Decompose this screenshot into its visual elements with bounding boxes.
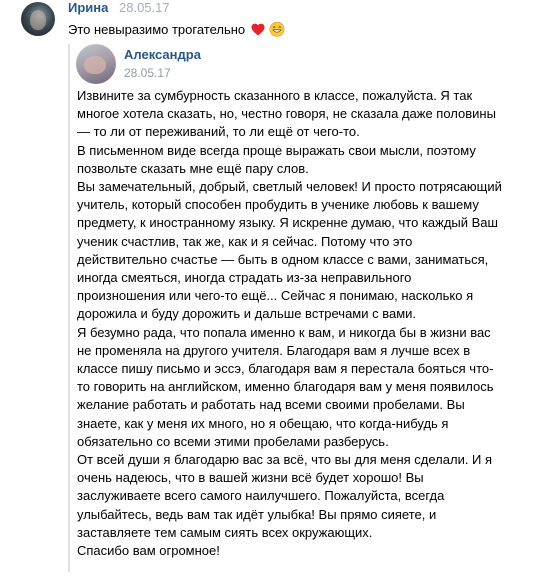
repost-text-line: заставляете тем самым сиять всех окружаю…	[77, 524, 373, 540]
repost-date[interactable]: 28.05.17	[124, 66, 171, 81]
repost-author-avatar[interactable]	[76, 44, 116, 84]
post-date[interactable]: 28.05.17	[119, 0, 170, 16]
repost-text-line: знаете, как у меня их много, но я обещаю…	[77, 415, 449, 431]
repost-text-line: классе пишу письмо и эссэ, благодаря вам…	[77, 361, 494, 377]
author-name-link[interactable]: Ирина	[68, 0, 108, 16]
repost-text-line: предмету, к иностранному языку. Я искрен…	[77, 215, 498, 231]
repost-text-line: улыбайтесь, ведь вам так идёт улыбка! Вы…	[77, 506, 437, 522]
repost-text-line: действительно счастье — быть в одном кла…	[77, 251, 489, 267]
repost-author-name-link[interactable]: Александра	[124, 47, 201, 63]
wall-post: Ирина 28.05.17 Это невыразимо трогательн…	[0, 0, 548, 580]
repost-text-line: дорожила и буду дорожить и дальше встреч…	[77, 306, 417, 322]
repost-text-line: Извините за сумбурность сказанного в кла…	[77, 88, 473, 103]
repost-text-line: — то ли от переживаний, то ли ещё от чег…	[77, 124, 360, 140]
repost-text-line: позвольте сказать мне ещё пару слов.	[77, 160, 309, 176]
red-heart-icon	[251, 23, 265, 36]
repost-text-line: От всей души я благодарю вас за всё, что…	[77, 452, 493, 468]
post-text-content: Это невыразимо трогательно	[68, 22, 246, 37]
repost-text-line: В письменном виде всегда проще выражать …	[77, 142, 476, 158]
repost-divider	[68, 44, 70, 572]
repost-text-line: многое хотела сказать, но, честно говоря…	[77, 106, 496, 122]
repost-text-line: иногда смеяться, иногда страдать из-за н…	[77, 270, 412, 286]
repost-text-line: то говорить на английском, именно благод…	[77, 379, 494, 395]
repost-text-line: желание работать и работать над всеми св…	[77, 397, 465, 413]
repost-text-line: Я безумно рада, что попала именно к вам,…	[77, 324, 491, 340]
repost-text-line: Вы замечательный, добрый, светлый челове…	[77, 179, 502, 195]
grinning-sweat-icon	[269, 21, 285, 37]
repost-text-line: не променяла на другого учителя. Благода…	[77, 342, 471, 358]
repost-text-line: учитель, который способен пробудить в уч…	[77, 197, 479, 213]
repost-text-line: обязательно со всеми этими пробелами раз…	[77, 433, 389, 449]
repost-text-line: произношения или чего-то ещё... Сейчас я…	[77, 288, 474, 304]
repost-text-line: Спасибо вам огромное!	[77, 543, 220, 559]
repost-text-line: очень надеюсь, что в вашей жизни всё буд…	[77, 470, 424, 486]
repost-text-line: ученик счастлив, так же, как и я сейчас.…	[77, 233, 413, 249]
repost-text-line: заслуживаете всего самого наилучшего. По…	[77, 488, 445, 504]
post-text: Это невыразимо трогательно	[68, 21, 285, 38]
repost-text: Извините за сумбурность сказанного в кла…	[77, 87, 537, 560]
author-avatar[interactable]	[21, 2, 55, 36]
